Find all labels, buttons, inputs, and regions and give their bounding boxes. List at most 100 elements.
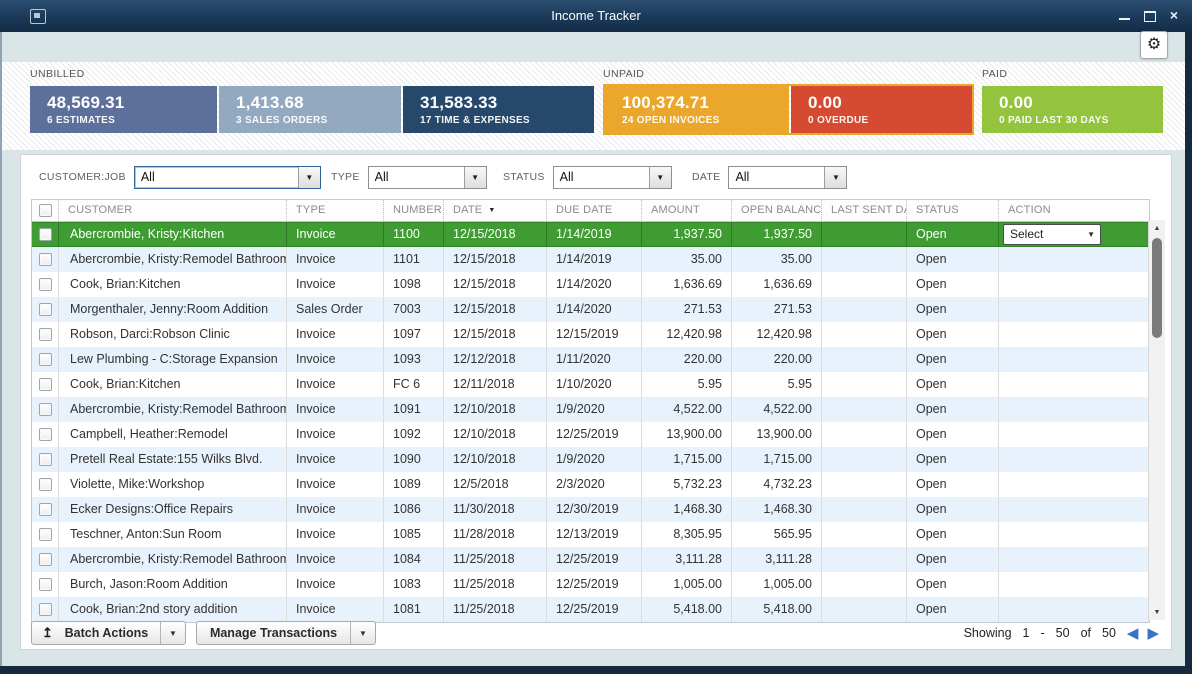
cell-customer: Abercrombie, Kristy:Kitchen	[59, 223, 287, 246]
maximize-button[interactable]	[1144, 11, 1156, 22]
row-checkbox-cell	[32, 472, 59, 497]
cell-action	[999, 422, 1149, 447]
row-checkbox[interactable]	[39, 403, 52, 416]
table-row[interactable]: Burch, Jason:Room AdditionInvoice108311/…	[32, 572, 1149, 597]
summary-tile-3-sales-orders[interactable]: 1,413.683 SALES ORDERS	[219, 86, 401, 133]
table-row[interactable]: Violette, Mike:WorkshopInvoice108912/5/2…	[32, 472, 1149, 497]
row-checkbox-cell	[32, 347, 59, 372]
column-header-customer[interactable]: CUSTOMER	[59, 200, 287, 221]
cell-status: Open	[907, 322, 999, 347]
column-header-status[interactable]: STATUS	[907, 200, 999, 221]
table-row[interactable]: Teschner, Anton:Sun RoomInvoice108511/28…	[32, 522, 1149, 547]
summary-tile-6-estimates[interactable]: 48,569.316 ESTIMATES	[30, 86, 217, 133]
batch-actions-button[interactable]: ↥ Batch Actions ▼	[31, 621, 186, 645]
cell-number: 1101	[384, 247, 444, 272]
filter-select-type[interactable]: All▼	[368, 166, 487, 189]
close-icon: ×	[1170, 7, 1178, 23]
column-header-due-date[interactable]: DUE DATE	[547, 200, 642, 221]
table-row[interactable]: Pretell Real Estate:155 Wilks Blvd.Invoi…	[32, 447, 1149, 472]
previous-page-arrow[interactable]: ◀	[1127, 626, 1139, 641]
summary-tile-0-overdue[interactable]: 0.000 OVERDUE	[791, 86, 972, 133]
row-checkbox[interactable]	[39, 253, 52, 266]
row-checkbox[interactable]	[39, 453, 52, 466]
table-row[interactable]: Abercrombie, Kristy:KitchenInvoice110012…	[32, 222, 1149, 247]
table-row[interactable]: Abercrombie, Kristy:Remodel BathroomInvo…	[32, 247, 1149, 272]
table-row[interactable]: Morgenthaler, Jenny:Room AdditionSales O…	[32, 297, 1149, 322]
table-row[interactable]: Cook, Brian:KitchenInvoiceFC 612/11/2018…	[32, 372, 1149, 397]
manage-transactions-dropdown[interactable]: ▼	[350, 622, 375, 644]
column-header-type[interactable]: TYPE	[287, 200, 384, 221]
cell-due_date: 1/10/2020	[547, 372, 642, 397]
summary-tile-24-open-invoices[interactable]: 100,374.7124 OPEN INVOICES	[605, 86, 789, 133]
column-header-label: AMOUNT	[651, 200, 700, 221]
chevron-down-icon[interactable]: ▼	[464, 167, 486, 188]
scroll-up-button[interactable]: ▲	[1149, 220, 1165, 236]
row-checkbox[interactable]	[39, 228, 52, 241]
row-checkbox[interactable]	[39, 353, 52, 366]
column-header-label: OPEN BALANCE	[741, 200, 822, 221]
chevron-down-icon[interactable]: ▼	[298, 167, 320, 188]
row-checkbox[interactable]	[39, 478, 52, 491]
table-row[interactable]: Robson, Darci:Robson ClinicInvoice109712…	[32, 322, 1149, 347]
maximize-icon	[1144, 11, 1156, 22]
cell-open_balance: 12,420.98	[732, 322, 822, 347]
row-checkbox[interactable]	[39, 578, 52, 591]
tile-row-unpaid: 100,374.7124 OPEN INVOICES0.000 OVERDUE	[603, 84, 974, 135]
cell-due_date: 2/3/2020	[547, 472, 642, 497]
summary-tile-17-time-expenses[interactable]: 31,583.3317 TIME & EXPENSES	[403, 86, 594, 133]
row-checkbox[interactable]	[39, 553, 52, 566]
row-checkbox[interactable]	[39, 278, 52, 291]
cell-type: Invoice	[287, 522, 384, 547]
row-checkbox[interactable]	[39, 328, 52, 341]
summary-tile-0-paid-last-30-days[interactable]: 0.000 PAID LAST 30 DAYS	[982, 86, 1163, 133]
row-checkbox[interactable]	[39, 428, 52, 441]
column-header-date[interactable]: DATE▼	[444, 200, 547, 221]
select-all-checkbox[interactable]	[39, 204, 52, 217]
row-checkbox-cell	[32, 272, 59, 297]
cell-amount: 5,732.23	[642, 472, 732, 497]
filter-select-status[interactable]: All▼	[553, 166, 672, 189]
filter-select-date[interactable]: All▼	[728, 166, 847, 189]
row-checkbox[interactable]	[39, 378, 52, 391]
row-checkbox-cell	[32, 223, 59, 246]
manage-transactions-button[interactable]: Manage Transactions ▼	[196, 621, 376, 645]
cell-number: 1089	[384, 472, 444, 497]
cell-number: FC 6	[384, 372, 444, 397]
cell-date: 12/15/2018	[444, 272, 547, 297]
table-row[interactable]: Cook, Brian:KitchenInvoice109812/15/2018…	[32, 272, 1149, 297]
table-row[interactable]: Campbell, Heather:RemodelInvoice109212/1…	[32, 422, 1149, 447]
minimize-button[interactable]	[1119, 12, 1130, 20]
table-row[interactable]: Lew Plumbing - C:Storage ExpansionInvoic…	[32, 347, 1149, 372]
row-action-select[interactable]: Select▼	[1003, 224, 1101, 245]
column-header-amount[interactable]: AMOUNT	[642, 200, 732, 221]
column-header-action[interactable]: ACTION	[999, 200, 1149, 221]
chevron-down-icon[interactable]: ▼	[649, 167, 671, 188]
filter-select-customer-job[interactable]: All▼	[134, 166, 321, 189]
cell-number: 1100	[384, 223, 444, 246]
row-checkbox[interactable]	[39, 528, 52, 541]
close-button[interactable]: ×	[1170, 7, 1178, 25]
vertical-scrollbar[interactable]: ▲ ▼	[1148, 220, 1165, 620]
table-row[interactable]: Abercrombie, Kristy:Remodel BathroomInvo…	[32, 397, 1149, 422]
row-checkbox[interactable]	[39, 603, 52, 616]
table-row[interactable]: Cook, Brian:2nd story additionInvoice108…	[32, 597, 1149, 622]
cell-status: Open	[907, 597, 999, 622]
scrollbar-thumb[interactable]	[1152, 238, 1162, 338]
settings-gear-button[interactable]: ⚙	[1140, 31, 1168, 59]
summary-group-paid: PAID0.000 PAID LAST 30 DAYS	[982, 66, 1163, 133]
table-row[interactable]: Ecker Designs:Office RepairsInvoice10861…	[32, 497, 1149, 522]
table-row[interactable]: Abercrombie, Kristy:Remodel BathroomInvo…	[32, 547, 1149, 572]
title-bar[interactable]: Income Tracker ×	[0, 0, 1192, 32]
filter-label: CUSTOMER:JOB	[39, 171, 126, 183]
column-header-number[interactable]: NUMBER	[384, 200, 444, 221]
row-checkbox[interactable]	[39, 303, 52, 316]
batch-actions-dropdown[interactable]: ▼	[160, 622, 185, 644]
chevron-down-icon[interactable]: ▼	[824, 167, 846, 188]
column-header-last-sent-date[interactable]: LAST SENT DATE	[822, 200, 907, 221]
row-checkbox[interactable]	[39, 503, 52, 516]
next-page-arrow[interactable]: ▶	[1147, 626, 1159, 641]
column-header-label: CUSTOMER	[68, 200, 132, 221]
scroll-down-button[interactable]: ▼	[1149, 604, 1165, 620]
row-checkbox-cell	[32, 297, 59, 322]
column-header-open-balance[interactable]: OPEN BALANCE	[732, 200, 822, 221]
